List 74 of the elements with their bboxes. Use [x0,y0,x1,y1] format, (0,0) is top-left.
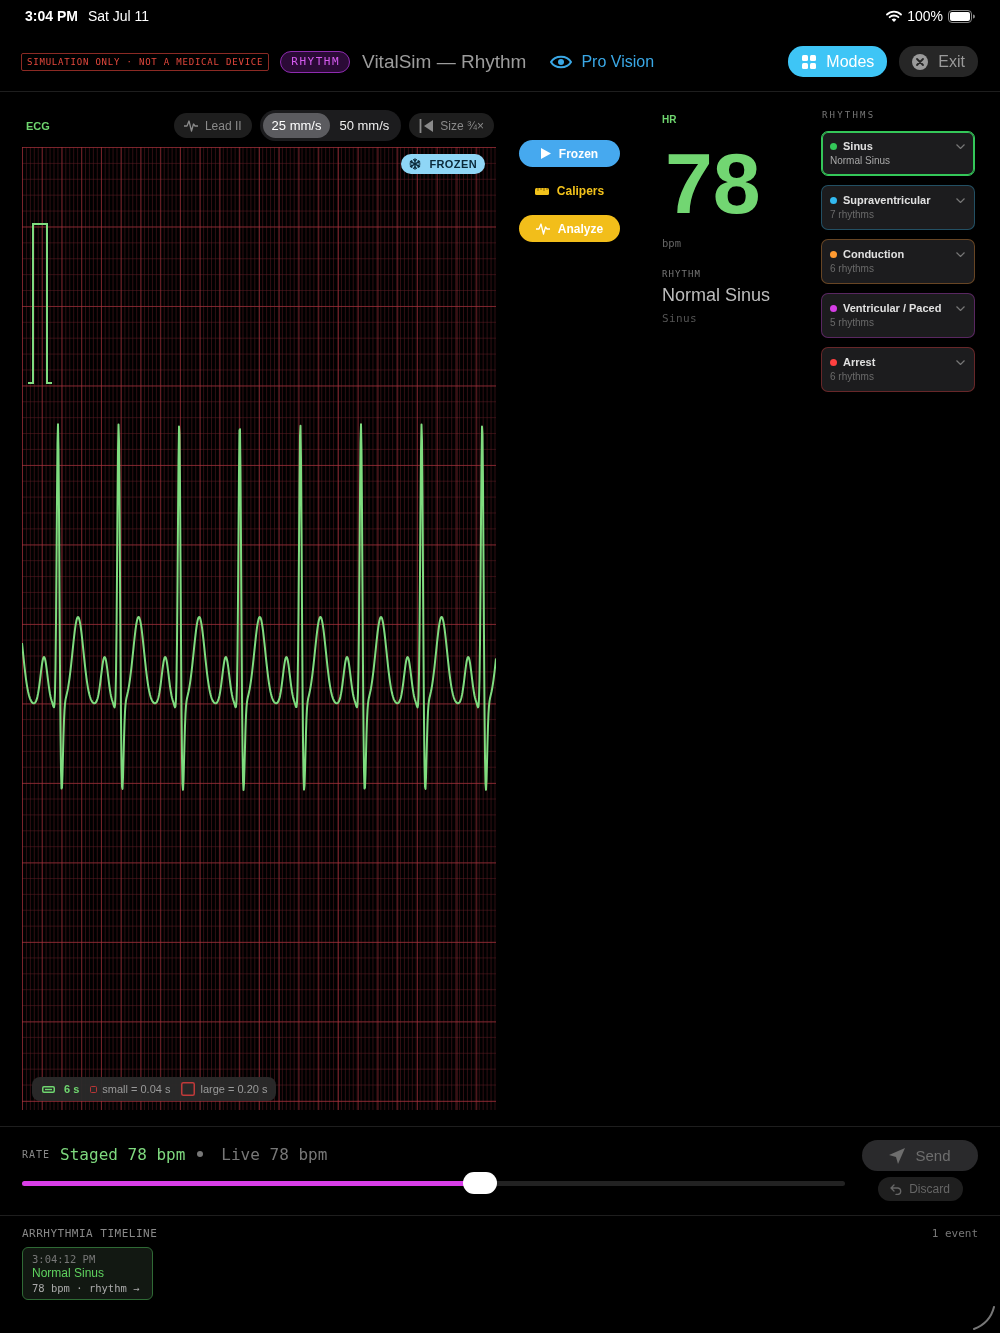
eye-icon [550,54,573,69]
grid-icon [802,54,817,69]
lead-button[interactable]: Lead II [173,113,252,138]
rhythm-category-card[interactable]: Arrest 6 rhythms [821,347,975,392]
rhythm-category-detail: 7 rhythms [830,208,875,222]
large-square-icon [181,1082,196,1096]
pro-vision-button[interactable]: Pro Vision [550,52,655,71]
rhythm-category-name: Supraventricular [843,193,932,207]
rhythm-category-name: Conduction [843,247,906,261]
rhythm-category-name: Sinus [843,139,874,153]
status-date: Sat Jul 11 [87,8,150,24]
event-detail: 78 bpm · rhythm → [32,1281,140,1295]
rhythm-category-name: Arrest [843,355,877,369]
small-square-icon [90,1085,98,1093]
rhythm-category-detail: 6 rhythms [830,370,875,384]
small-box-scale: small = 0.04 s [102,1083,171,1095]
chevron-down-icon [956,359,965,365]
rhythm-category-detail: Normal Sinus [830,154,892,168]
calipers-button[interactable]: Calipers [519,180,620,202]
resize-handle-icon[interactable] [973,1306,995,1330]
status-time: 3:04 PM [25,8,78,24]
rhythm-category-detail: 5 rhythms [830,316,875,330]
battery-icon [948,9,975,23]
rhythm-category-card[interactable]: Ventricular / Paced 5 rhythms [821,293,975,338]
staged-rate: Staged 78 bpm [60,1144,186,1164]
rate-slider[interactable] [22,1172,845,1194]
rate-label: RATE [22,1148,51,1160]
event-rhythm: Normal Sinus [32,1266,105,1281]
separator-dot-icon [197,1151,204,1157]
slider-thumb[interactable] [462,1172,497,1194]
disclaimer-label: SIMULATION ONLY · NOT A MEDICAL DEVICE [21,52,270,71]
size-button[interactable]: Size ¾× [409,113,494,138]
exit-button[interactable]: Exit [899,46,978,77]
mode-badge: RHYTHM [280,50,351,73]
rhythm-category-card[interactable]: Conduction 6 rhythms [821,239,975,284]
rhythm-family: Sinus [662,312,698,326]
strip-duration: 6 s [64,1083,80,1095]
snowflake-icon [409,158,422,170]
live-rate: Live 78 bpm [221,1144,328,1164]
timeline-event-card[interactable]: 3:04:12 PM Normal Sinus 78 bpm · rhythm → [22,1247,153,1300]
hr-label: HR [662,114,677,126]
rhythm-category-name: Ventricular / Paced [843,301,943,315]
close-icon [912,53,929,70]
ruler-icon [42,1085,55,1093]
event-count: 1 event [931,1226,978,1240]
timeline-heading: ARRHYTHMIA TIMELINE [22,1226,158,1240]
event-time: 3:04:12 PM [32,1253,96,1266]
rhythm-name: Normal Sinus [662,284,771,306]
ruler-icon [534,187,549,195]
chevron-down-icon [956,197,965,203]
rhythm-category-card[interactable]: Sinus Normal Sinus [821,131,975,176]
skip-back-icon [419,118,434,133]
wifi-icon [886,10,903,22]
pulse-icon [535,222,550,235]
battery-percent: 100% [907,8,943,24]
heart-rate-value: 78 [665,140,761,226]
speed-option[interactable]: 50 mm/s [330,113,399,138]
rhythm-label: RHYTHM [662,268,702,280]
ecg-label: ECG [26,119,51,132]
play-icon [540,148,551,159]
rhythms-heading: RHYTHMS [822,109,876,121]
hr-unit: bpm [662,236,681,250]
chevron-down-icon [956,305,965,311]
chevron-down-icon [956,251,965,257]
large-box-scale: large = 0.20 s [200,1083,268,1095]
rhythm-category-detail: 6 rhythms [830,262,875,276]
undo-icon [890,1183,903,1195]
paper-plane-icon [889,1147,906,1164]
chevron-down-icon [956,143,965,149]
app-title: VitalSim — Rhythm [362,50,527,73]
pulse-icon [183,119,198,132]
rhythm-category-card[interactable]: Supraventricular 7 rhythms [821,185,975,230]
speed-option[interactable]: 25 mm/s [262,113,331,138]
frozen-label: FROZEN [429,158,477,170]
